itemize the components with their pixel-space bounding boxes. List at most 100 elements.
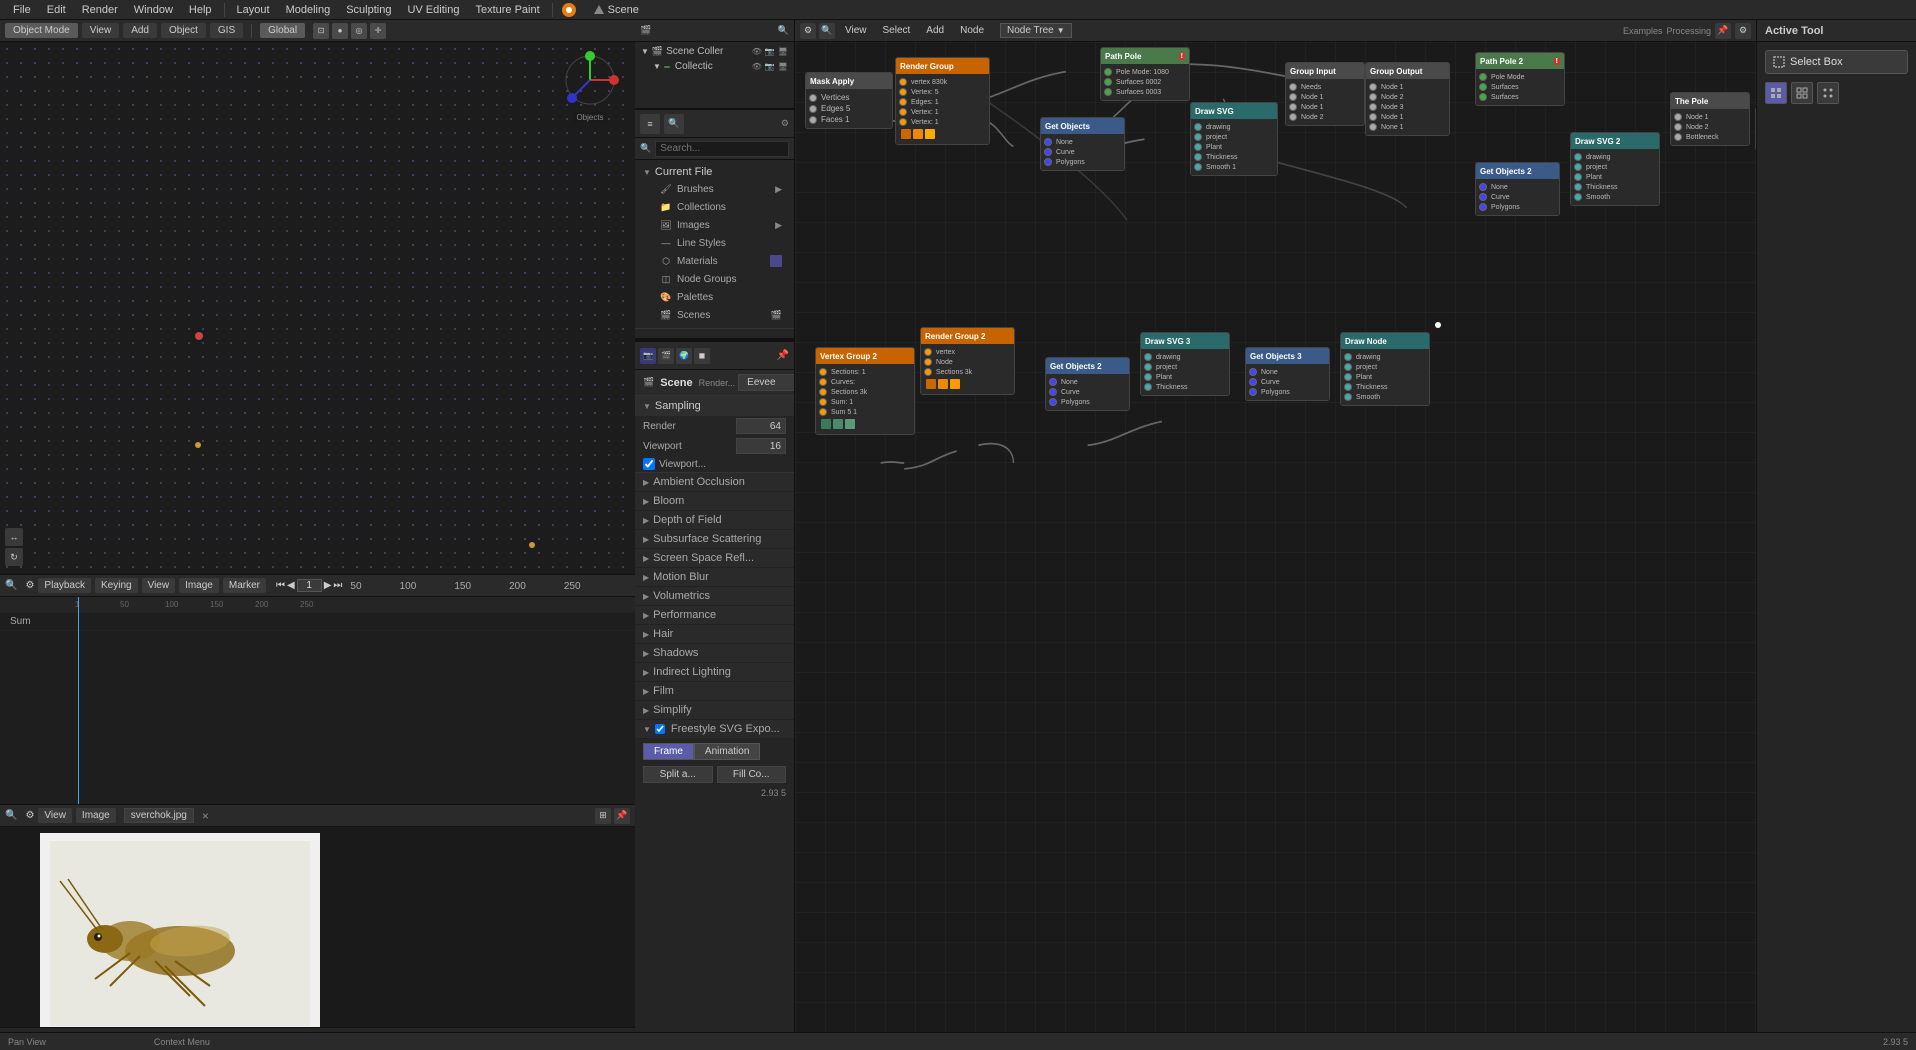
menu-modeling[interactable]: Modeling <box>278 0 339 19</box>
rotate-icon[interactable]: ↻ <box>5 548 23 566</box>
dots-tool-btn[interactable] <box>1817 82 1839 104</box>
image-fit-icon[interactable]: ⊞ <box>595 808 611 824</box>
eye-icon[interactable]: 👁 <box>752 47 762 56</box>
timeline-zoom-icon[interactable]: 🔍 <box>5 580 17 591</box>
image-viewer-close-icon[interactable]: × <box>202 809 209 823</box>
node-card-vertex-group-2[interactable]: Vertex Group 2 Sections: 1 Curves: Secti… <box>815 347 915 435</box>
viewport-denoise-checkbox[interactable] <box>643 458 655 470</box>
camera-icon[interactable]: 📷 <box>765 47 775 56</box>
freestyle-svg-checkbox[interactable] <box>655 724 665 734</box>
collections-item[interactable]: 📁 Collections <box>643 198 786 216</box>
palettes-item[interactable]: 🎨 Palettes <box>643 288 786 306</box>
screen-space-section[interactable]: ▶ Screen Space Refl... <box>635 549 794 568</box>
ne-select-button[interactable]: Select <box>877 21 917 41</box>
object-button[interactable]: Object <box>161 23 206 38</box>
node-card-render-group-2[interactable]: Render Group 2 vertex Node Sections 3k <box>920 327 1015 395</box>
node-card-get-objects[interactable]: Get Objects None Curve Polygons <box>1040 117 1125 171</box>
node-card-draw-svg-3[interactable]: Draw SVG 3 drawing project Plant Thickne… <box>1140 332 1230 396</box>
render-props-icon[interactable]: 📷 <box>640 348 656 364</box>
xray-icon[interactable]: ⊡ <box>313 23 329 39</box>
image-pin-icon[interactable]: 📌 <box>614 808 630 824</box>
collection-camera-icon[interactable]: 📷 <box>765 62 775 71</box>
object-mode-button[interactable]: Object Mode <box>5 23 78 38</box>
fill-button[interactable]: Fill Co... <box>717 766 787 783</box>
node-card-bottom-right-2[interactable]: Draw Node drawing project Plant Thicknes… <box>1340 332 1430 406</box>
scene-props-icon[interactable]: 🎬 <box>658 348 674 364</box>
freestyle-svg-section[interactable]: ▼ Freestyle SVG Expo... <box>635 720 794 739</box>
current-frame-input[interactable] <box>297 579 322 592</box>
node-card-get-objects-2[interactable]: Get Objects 2 None Curve Polygons <box>1045 357 1130 411</box>
indirect-lighting-section[interactable]: ▶ Indirect Lighting <box>635 663 794 682</box>
image-filename[interactable]: sverchok.jpg <box>124 808 194 823</box>
view-button[interactable]: View <box>82 23 120 38</box>
menu-help[interactable]: Help <box>181 0 220 19</box>
split-button[interactable]: Split a... <box>643 766 713 783</box>
animation-tab-button[interactable]: Animation <box>694 743 760 760</box>
menu-layout[interactable]: Layout <box>229 0 278 19</box>
props-pin-icon[interactable]: 📌 <box>777 350 789 361</box>
select-box-tool[interactable]: Select Box <box>1765 50 1908 74</box>
shading-icon[interactable]: ● <box>332 23 348 39</box>
collection-render-icon[interactable]: 🖥 <box>778 62 788 71</box>
volumetrics-section[interactable]: ▶ Volumetrics <box>635 587 794 606</box>
timeline-view-button[interactable]: View <box>142 578 176 593</box>
jump-start-icon[interactable]: ⏮ <box>276 580 285 591</box>
node-card-path-pole[interactable]: Path Pole ! Pole Mode: 1080 Surfaces 000… <box>1100 47 1190 101</box>
performance-section[interactable]: ▶ Performance <box>635 606 794 625</box>
film-section[interactable]: ▶ Film <box>635 682 794 701</box>
node-card-draw-svg-2[interactable]: Draw SVG 2 drawing project Plant Thickne… <box>1570 132 1660 206</box>
image-viewer-zoom-icon[interactable]: 🔍 <box>5 810 17 821</box>
node-groups-item[interactable]: ◫ Node Groups <box>643 270 786 288</box>
menu-texture-paint[interactable]: Texture Paint <box>467 0 547 19</box>
bloom-section[interactable]: ▶ Bloom <box>635 492 794 511</box>
image-viewer-image-button[interactable]: Image <box>76 808 116 823</box>
node-canvas[interactable]: Mask Apply Vertices Edges 5 Faces 1 Rend… <box>795 42 1756 1050</box>
menu-edit[interactable]: Edit <box>39 0 74 19</box>
depth-of-field-section[interactable]: ▶ Depth of Field <box>635 511 794 530</box>
ne-pin-icon[interactable]: 📌 <box>1715 23 1731 39</box>
node-tree-dropdown[interactable]: Node Tree ▼ <box>1000 23 1072 38</box>
grid-tool-btn-1[interactable] <box>1765 82 1787 104</box>
fb-icon-btn-2[interactable]: 🔍 <box>664 114 684 134</box>
playhead[interactable] <box>78 597 79 804</box>
image-viewer-settings-icon[interactable]: ⚙ <box>25 810 34 821</box>
navigation-gizmo[interactable] <box>560 50 620 110</box>
image-viewer-view-button[interactable]: View <box>38 808 72 823</box>
sampling-header[interactable]: ▼ Sampling <box>635 396 794 416</box>
node-card-render-group[interactable]: Render Group vertex 830k Vertex: 5 Edges… <box>895 57 990 145</box>
brushes-item[interactable]: 🖌 Brushes ▶ <box>643 180 786 198</box>
ne-add-button[interactable]: Add <box>920 21 950 41</box>
ne-settings-icon[interactable]: ⚙ <box>800 23 816 39</box>
scene-collection-search-icon[interactable]: 🔍 <box>778 25 789 36</box>
fb-icon-btn-1[interactable]: ≡ <box>640 114 660 134</box>
ne-search-icon[interactable]: 🔍 <box>819 23 835 39</box>
render-icon[interactable]: 🖥 <box>778 47 788 56</box>
timeline-settings-icon[interactable]: ⚙ <box>25 580 34 591</box>
subsurface-section[interactable]: ▶ Subsurface Scattering <box>635 530 794 549</box>
node-card-group-input[interactable]: Group Input Needs Node 1 Node 1 Node 2 <box>1285 62 1365 126</box>
timeline-image-button[interactable]: Image <box>179 578 219 593</box>
scene-tree-item-root[interactable]: ▼ 🎬 Scene Coller 👁 📷 🖥 <box>635 44 794 59</box>
keying-button[interactable]: Keying <box>95 578 138 593</box>
node-card-draw-svg[interactable]: Draw SVG drawing project Plant Thickness… <box>1190 102 1278 176</box>
node-card-mask-apply[interactable]: Mask Apply Vertices Edges 5 Faces 1 <box>805 72 893 129</box>
render-samples-input[interactable] <box>736 418 786 434</box>
motion-blur-section[interactable]: ▶ Motion Blur <box>635 568 794 587</box>
simplify-section[interactable]: ▶ Simplify <box>635 701 794 720</box>
playback-button[interactable]: Playback <box>38 578 91 593</box>
scenes-item[interactable]: 🎬 Scenes 🎬 <box>643 306 786 324</box>
add-button[interactable]: Add <box>123 23 157 38</box>
jump-end-icon[interactable]: ⏭ <box>333 580 342 591</box>
scene-tree-item-collection[interactable]: ▼ Collectic 👁 📷 🖥 <box>635 59 794 74</box>
current-file-header[interactable]: ▼ Current File <box>643 164 786 180</box>
world-props-icon[interactable]: 🌍 <box>676 348 692 364</box>
collection-eye-icon[interactable]: 👁 <box>752 62 762 71</box>
node-card-group-output[interactable]: Group Output Node 1 Node 2 Node 3 Node 1… <box>1365 62 1450 136</box>
menu-uv-editing[interactable]: UV Editing <box>399 0 467 19</box>
prev-frame-icon[interactable]: ◀ <box>287 580 295 591</box>
images-item[interactable]: 🖼 Images ▶ <box>643 216 786 234</box>
gis-button[interactable]: GIS <box>210 23 243 38</box>
node-editor[interactable]: ⚙ 🔍 View Select Add Node Node Tree ▼ Exa… <box>795 20 1756 1050</box>
fb-magnify-icon[interactable]: ⚙ <box>781 118 789 129</box>
obj-props-icon[interactable]: ◼ <box>694 348 710 364</box>
